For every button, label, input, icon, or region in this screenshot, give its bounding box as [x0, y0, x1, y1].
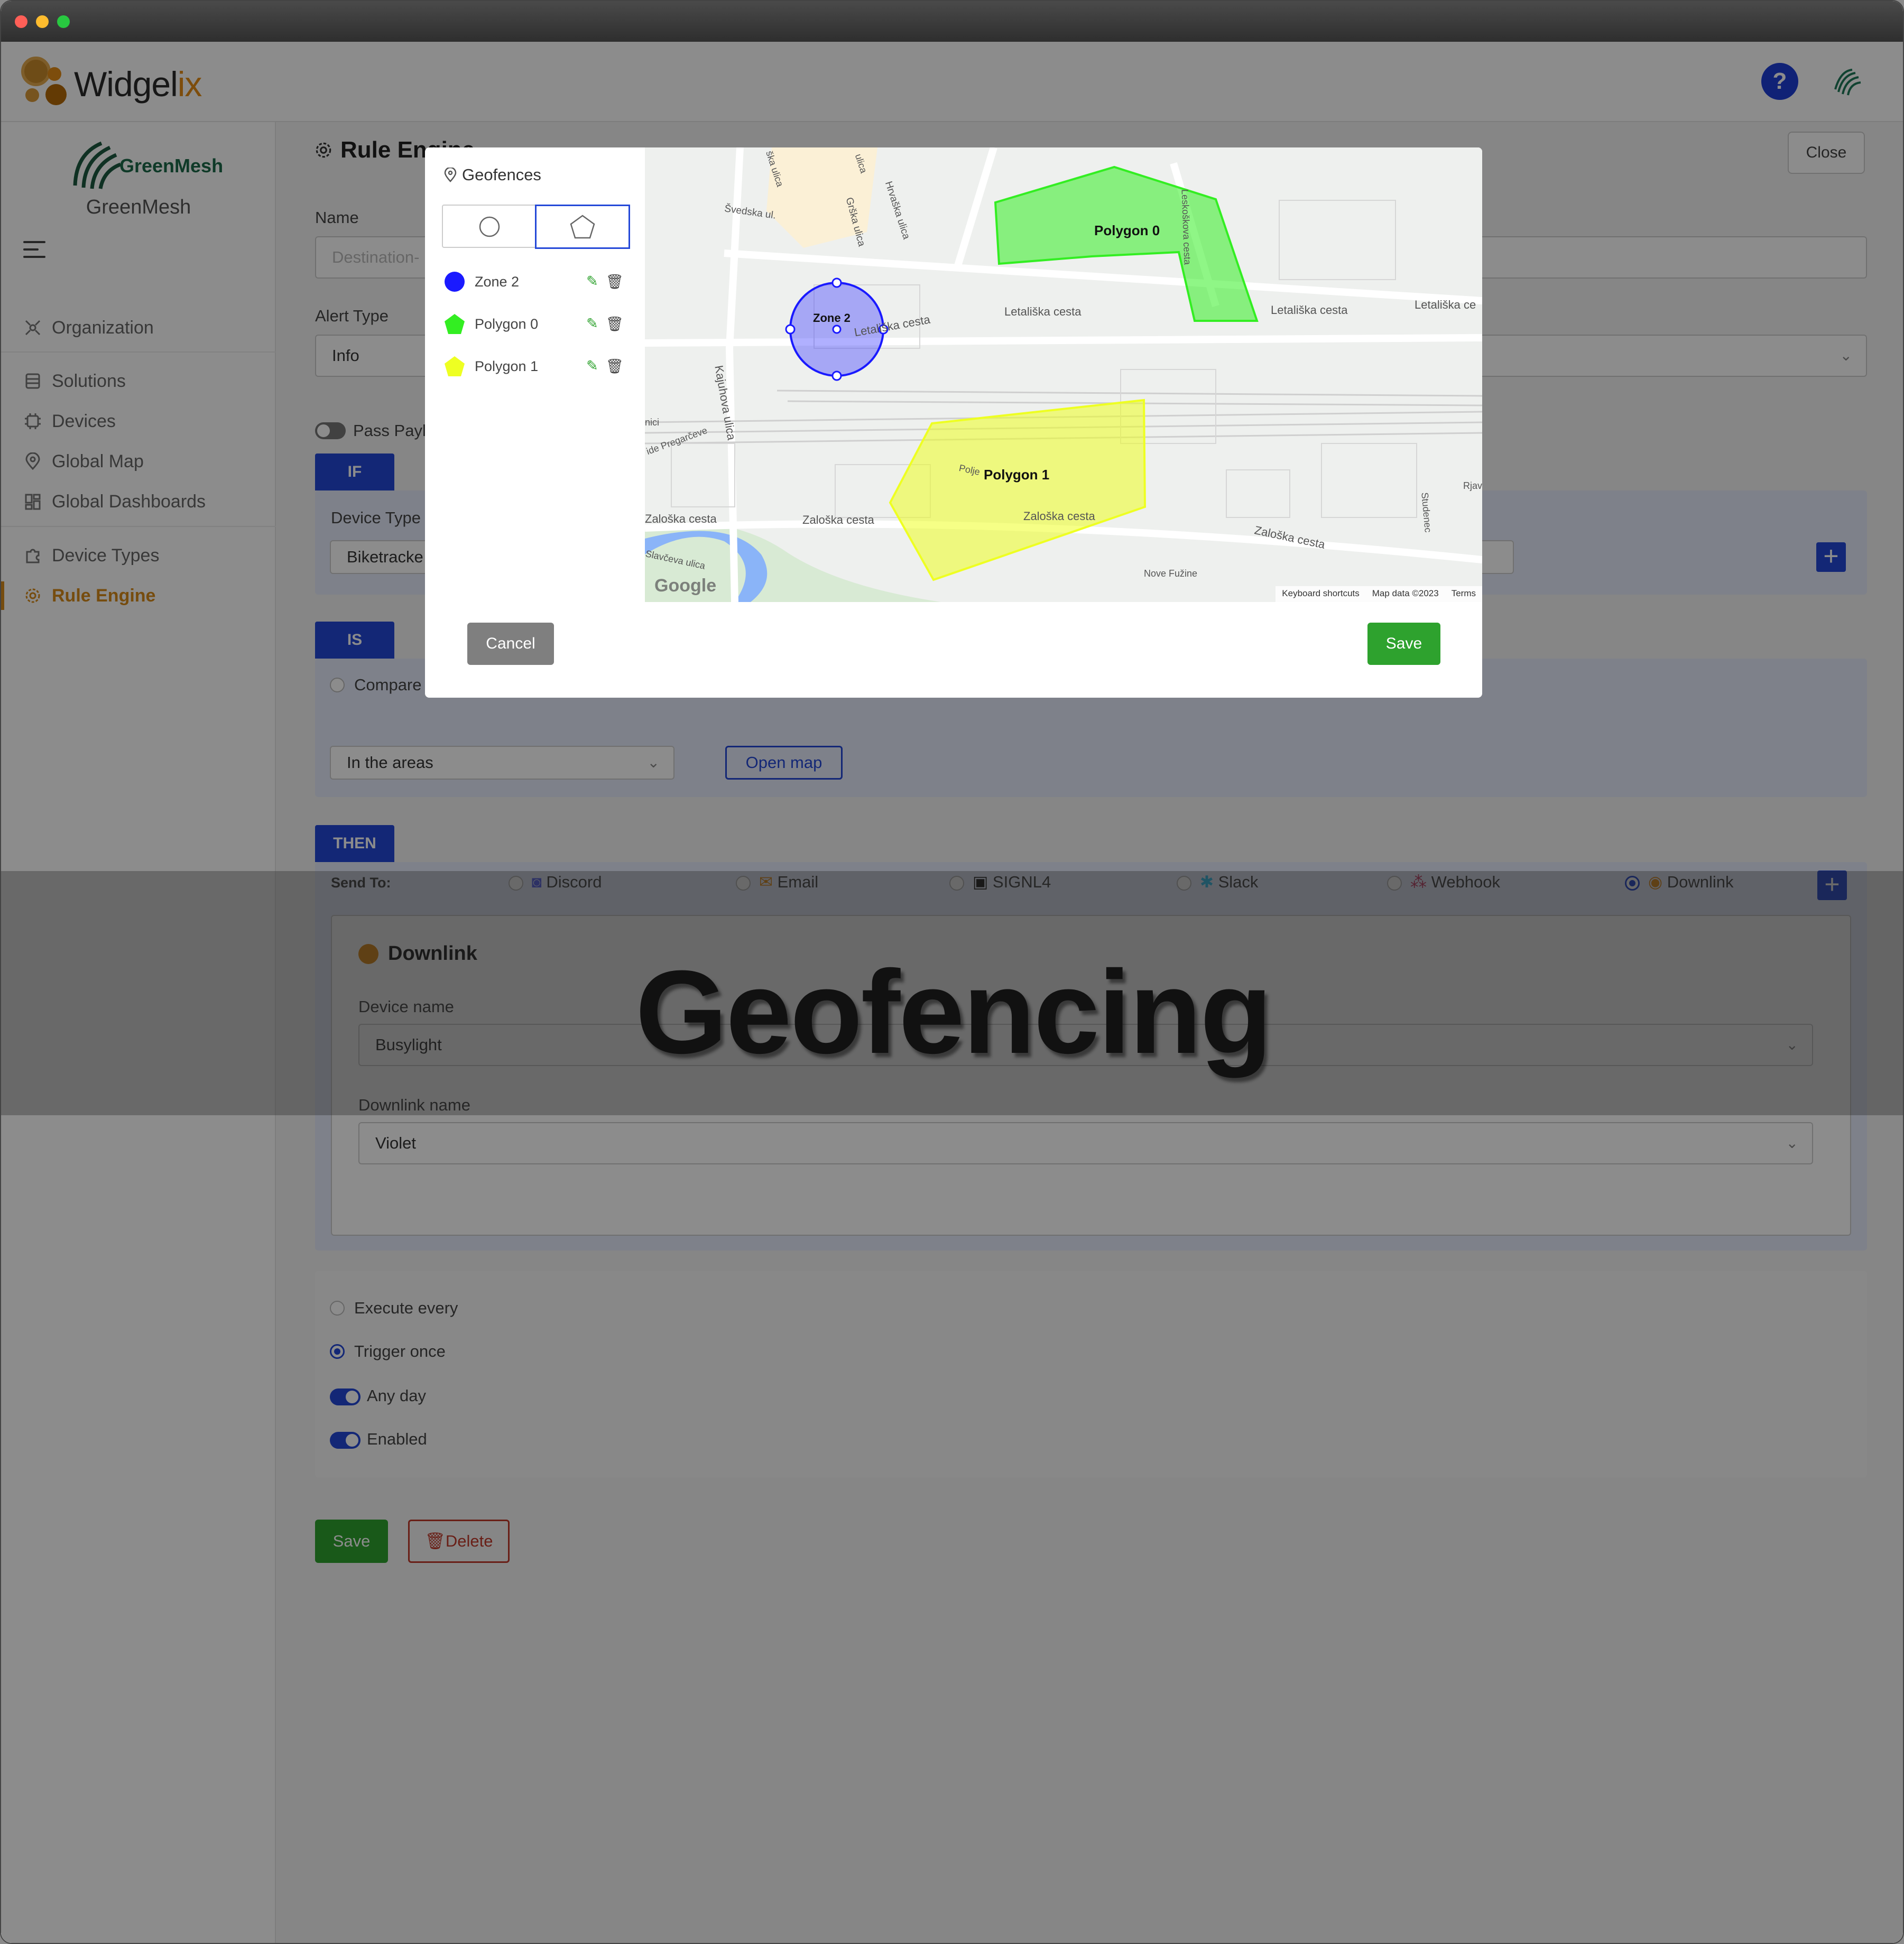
street-label: Rjav — [1463, 480, 1482, 491]
map-data-text: Map data ©2023 — [1372, 588, 1439, 598]
polygon-tool-button[interactable] — [535, 205, 630, 249]
zone-2-map-label: Zone 2 — [813, 311, 851, 325]
maximize-window-dot[interactable] — [57, 15, 70, 28]
google-logo[interactable]: Google — [654, 576, 716, 596]
map-pin-icon — [444, 168, 457, 182]
trash-icon[interactable]: 🗑 — [606, 358, 624, 375]
zone-row[interactable]: Zone 2 ✎ 🗑 — [444, 271, 624, 292]
zone-name: Polygon 1 — [475, 358, 539, 374]
polygon-1-map-label: Polygon 1 — [984, 467, 1050, 483]
street-label: nici — [645, 417, 660, 428]
street-label: Letališka cesta — [1271, 303, 1348, 317]
street-label: Nove Fužine — [1144, 568, 1198, 579]
shape-picker — [442, 205, 630, 249]
terms-link[interactable]: Terms — [1452, 588, 1476, 600]
geofences-modal: Geofences Zone 2 ✎ 🗑 Polygon 0 ✎ 🗑 Polygon… — [425, 147, 1482, 698]
trash-icon[interactable]: 🗑 — [606, 316, 624, 332]
edit-icon[interactable]: ✎ — [586, 273, 598, 290]
geofences-header: Geofences — [444, 165, 541, 184]
polygon-0-map-label: Polygon 0 — [1094, 223, 1160, 238]
close-window-dot[interactable] — [15, 15, 27, 28]
keyboard-shortcuts-link[interactable]: Keyboard shortcuts — [1282, 588, 1359, 600]
app-window: Widgelix ? GreenMesh GreenMesh Organizat… — [0, 0, 1904, 1944]
circle-tool-button[interactable] — [443, 206, 536, 248]
street-label: Zaloška cesta — [1023, 510, 1095, 523]
zone-row[interactable]: Polygon 1 ✎ 🗑 — [444, 356, 624, 377]
trash-icon[interactable]: 🗑 — [606, 273, 624, 290]
map-attribution: Keyboard shortcuts Map data ©2023 Terms — [1276, 586, 1482, 602]
geofence-map[interactable]: Zone 2 Polygon 0 Polygon 1 Švedska ul. H… — [645, 147, 1482, 602]
edit-icon[interactable]: ✎ — [586, 316, 598, 332]
street-label: Letališka ce — [1415, 298, 1476, 311]
geofences-title: Geofences — [462, 165, 541, 184]
circle-zone-icon — [445, 272, 465, 292]
minimize-window-dot[interactable] — [36, 15, 49, 28]
pentagon-zone-icon — [445, 356, 465, 376]
street-label: Letališka cesta — [1004, 305, 1082, 318]
save-geofences-button[interactable]: Save — [1367, 623, 1440, 665]
street-label: Zaloška cesta — [645, 512, 717, 525]
zone-name: Zone 2 — [475, 273, 520, 290]
zone-name: Polygon 0 — [475, 316, 539, 332]
cancel-button[interactable]: Cancel — [467, 623, 554, 665]
pentagon-zone-icon — [445, 314, 465, 334]
edit-icon[interactable]: ✎ — [586, 358, 598, 375]
title-bar — [1, 1, 1903, 42]
zone-row[interactable]: Polygon 0 ✎ 🗑 — [444, 313, 624, 335]
geofencing-banner: Geofencing — [635, 946, 1272, 1078]
street-label: Zaloška cesta — [802, 513, 874, 526]
